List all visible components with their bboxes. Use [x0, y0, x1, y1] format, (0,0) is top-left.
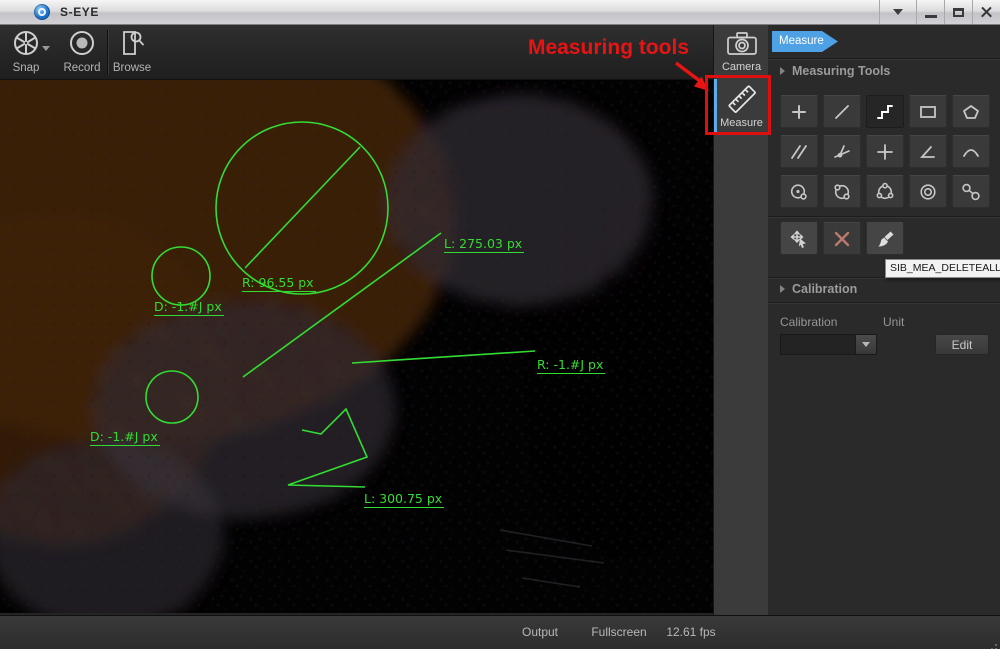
record-icon — [67, 28, 97, 58]
main-toolbar: Snap Record Browse — [0, 25, 713, 80]
window-title: S-EYE — [60, 5, 99, 19]
app-logo-icon — [34, 4, 50, 20]
chevron-down-icon — [862, 342, 870, 347]
ruler-icon — [725, 83, 759, 115]
concentric-circle-icon — [921, 185, 935, 199]
record-label: Record — [60, 62, 104, 74]
tool-rectangle[interactable] — [909, 95, 947, 128]
calibration-select-arrow[interactable] — [855, 335, 876, 354]
section-arrow-icon — [780, 285, 785, 293]
tool-line[interactable] — [823, 95, 861, 128]
camera-icon — [725, 29, 759, 59]
parallel-lines-icon — [792, 146, 806, 158]
aperture-icon — [11, 28, 41, 58]
perpendicular-icon — [835, 146, 849, 157]
toolbar-separator — [107, 30, 108, 74]
calibration-header[interactable]: Calibration — [780, 282, 857, 296]
delete-x-icon — [836, 233, 848, 245]
sidebar-tab-strip: Camera Measure — [713, 25, 768, 615]
measurement-label[interactable]: R: 96.55 px — [242, 276, 316, 292]
tool-arc[interactable] — [952, 135, 990, 168]
statusbar-output[interactable]: Output — [505, 616, 575, 649]
line-icon — [836, 106, 848, 118]
tool-circle-distance[interactable] — [952, 175, 990, 208]
measure-panel: Measure Measuring Tools — [768, 25, 1000, 615]
measurement-label[interactable]: L: 300.75 px — [364, 492, 444, 508]
divider — [768, 302, 1000, 303]
divider — [768, 216, 1000, 217]
record-button[interactable]: Record — [60, 28, 104, 76]
tool-delete-all[interactable] — [866, 222, 904, 255]
cross-line-icon — [878, 145, 892, 159]
tool-polyline[interactable] — [866, 95, 904, 128]
title-bar: S-EYE — [0, 0, 1000, 25]
tool-delete[interactable] — [823, 222, 861, 255]
move-icon — [792, 231, 807, 248]
tool-point[interactable] — [780, 95, 818, 128]
measurement-label[interactable]: D: -1.#J px — [90, 430, 160, 446]
tool-polygon[interactable] — [952, 95, 990, 128]
tool-move[interactable] — [780, 222, 818, 255]
status-bar: Output Fullscreen 12.61 fps — [0, 615, 1000, 649]
tool-circle-two-point[interactable] — [823, 175, 861, 208]
browse-button[interactable]: Browse — [110, 28, 154, 76]
measurement-label[interactable]: R: -1.#J px — [537, 358, 605, 374]
minimize-icon — [925, 15, 937, 18]
specimen-canvas[interactable]: R: 96.55 px D: -1.#J px L: 275.03 px R: … — [0, 80, 713, 613]
titlebar-menu-button[interactable] — [879, 0, 916, 24]
polyline-icon — [878, 106, 892, 118]
tab-camera-label: Camera — [722, 61, 761, 73]
polygon-icon — [964, 106, 978, 118]
rectangle-icon — [921, 107, 935, 117]
tool-cross-line[interactable] — [866, 135, 904, 168]
snap-label: Snap — [6, 62, 46, 74]
specimen-image — [0, 80, 713, 613]
calibration-select[interactable] — [780, 334, 877, 355]
browse-icon — [117, 28, 147, 58]
measurement-label[interactable]: L: 275.03 px — [444, 237, 524, 253]
tab-camera[interactable]: Camera — [715, 29, 768, 73]
circle-center-icon — [792, 185, 806, 199]
snap-dropdown-caret[interactable] — [42, 46, 50, 51]
divider — [768, 58, 1000, 59]
calibration-label: Calibration — [780, 315, 837, 329]
tool-concentric-circle[interactable] — [909, 175, 947, 208]
chevron-down-icon — [893, 9, 903, 15]
circle-distance-icon — [963, 184, 979, 199]
tool-angle[interactable] — [909, 135, 947, 168]
minimize-button[interactable] — [916, 0, 944, 24]
broom-icon — [878, 231, 893, 246]
unit-label: Unit — [883, 315, 904, 329]
selected-tab-indicator — [714, 79, 717, 132]
tooltip: SIB_MEA_DELETEALL — [885, 259, 1000, 278]
maximize-icon — [953, 8, 964, 17]
edit-button[interactable]: Edit — [935, 334, 989, 355]
statusbar-fullscreen[interactable]: Fullscreen — [583, 616, 655, 649]
measurement-label[interactable]: D: -1.#J px — [154, 300, 224, 316]
resize-grip-icon[interactable] — [995, 644, 997, 646]
point-icon — [793, 106, 805, 118]
tool-circle-center[interactable] — [780, 175, 818, 208]
section-arrow-icon — [780, 67, 785, 75]
tab-measure[interactable]: Measure — [715, 83, 768, 129]
measure-banner: Measure — [772, 31, 838, 52]
close-icon — [980, 6, 993, 19]
tab-measure-label: Measure — [720, 117, 763, 129]
tool-perpendicular[interactable] — [823, 135, 861, 168]
app-window: S-EYE Snap Record — [0, 0, 1000, 649]
tool-parallel-lines[interactable] — [780, 135, 818, 168]
arc-icon — [964, 150, 978, 156]
statusbar-fps: 12.61 fps — [660, 616, 722, 649]
tool-circle-three-point[interactable] — [866, 175, 904, 208]
circle-three-point-icon — [877, 183, 892, 198]
browse-label: Browse — [110, 62, 154, 74]
maximize-button[interactable] — [944, 0, 972, 24]
angle-icon — [922, 147, 934, 157]
measuring-tools-header[interactable]: Measuring Tools — [780, 64, 890, 78]
circle-two-point-icon — [835, 185, 849, 199]
snap-button[interactable]: Snap — [6, 28, 46, 76]
close-button[interactable] — [972, 0, 1000, 24]
